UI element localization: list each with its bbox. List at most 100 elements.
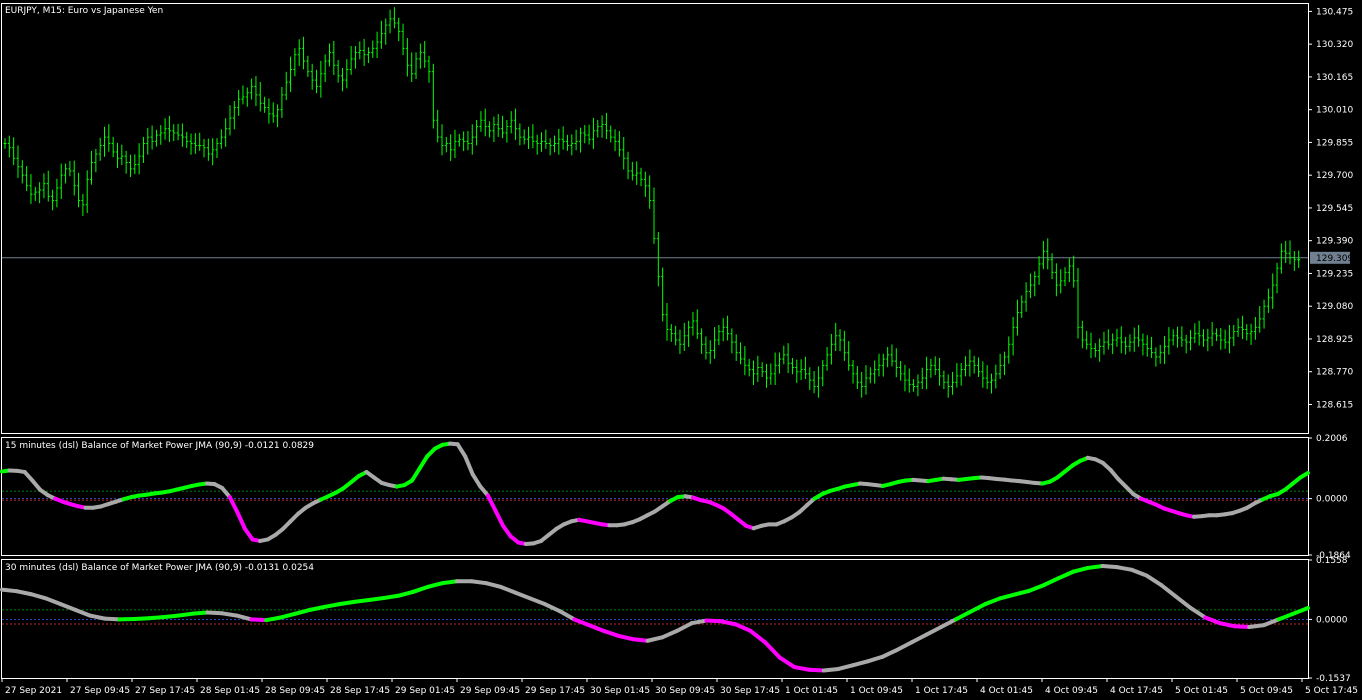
price-bar xyxy=(1201,329,1205,347)
price-bar xyxy=(237,90,241,116)
indicator2-line-segment xyxy=(513,590,533,601)
price-bars xyxy=(2,7,1308,398)
indicator2-line-segment xyxy=(176,611,195,618)
price-bar xyxy=(1002,351,1006,376)
price-bar xyxy=(133,154,137,175)
price-bar xyxy=(1210,322,1214,347)
indicator2-line-segment xyxy=(337,599,357,607)
price-bar xyxy=(319,60,323,98)
price-axis-tick-label: 129.855 xyxy=(1316,138,1353,148)
price-bar xyxy=(358,41,362,60)
indicator2-line-segment xyxy=(924,625,944,637)
time-tick-label: 29 Sep 17:45 xyxy=(525,686,585,696)
time-tick-label: 29 Sep 09:45 xyxy=(460,686,520,696)
price-bar xyxy=(163,118,167,140)
price-bar xyxy=(289,56,293,92)
price-bar xyxy=(842,330,846,361)
indicator2-line-segment xyxy=(308,604,327,612)
indicator2-axis-tick-label: 0.1558 xyxy=(1316,556,1348,566)
price-bar xyxy=(1098,338,1102,362)
indicator2-line-segment xyxy=(234,613,254,622)
time-tick-label: 1 Oct 17:45 xyxy=(915,686,968,696)
price-bar xyxy=(674,325,678,346)
indicator2-line-segment xyxy=(278,611,298,620)
price-bar xyxy=(951,371,955,395)
price-bar xyxy=(1227,325,1231,354)
price-bar xyxy=(267,98,271,124)
indicator2-line-segment xyxy=(1100,564,1120,570)
price-bar xyxy=(20,160,24,184)
price-bar xyxy=(847,341,851,371)
main-panel-frame xyxy=(1,3,1309,434)
price-bar xyxy=(315,69,319,94)
price-bar xyxy=(514,108,518,140)
price-bar xyxy=(254,76,258,107)
price-bar xyxy=(276,104,280,128)
price-bar xyxy=(531,124,535,149)
price-bar xyxy=(881,353,885,377)
indicator2-line-segment xyxy=(1247,623,1266,630)
indicator1-line-segment xyxy=(463,454,475,477)
price-bar xyxy=(59,163,63,200)
price-bar xyxy=(206,138,210,161)
indicator2-line-segment xyxy=(1012,588,1032,597)
price-bar xyxy=(1089,332,1093,359)
indicator2-line-segment xyxy=(895,640,914,652)
indicator1-panel-frame xyxy=(1,437,1309,556)
indicator2-line-segment xyxy=(205,610,225,616)
price-axis-tick-label: 130.165 xyxy=(1316,73,1353,83)
price-bar xyxy=(72,160,76,196)
price-bar xyxy=(1037,256,1041,285)
price-bar xyxy=(1024,282,1028,312)
price-bar xyxy=(829,333,833,365)
indicator2-line-segment xyxy=(807,667,826,673)
price-bar xyxy=(752,360,756,386)
indicator2-line-segment xyxy=(865,654,885,664)
time-tick-label: 5 Oct 01:45 xyxy=(1175,686,1228,696)
price-bar xyxy=(873,360,877,384)
price-bar xyxy=(1007,336,1011,364)
price-bar xyxy=(1085,330,1089,350)
price-bar xyxy=(998,353,1002,380)
price-axis-tick-label: 129.700 xyxy=(1316,171,1353,181)
price-bar xyxy=(198,132,202,151)
price-bar xyxy=(540,132,544,152)
price-bar xyxy=(630,161,634,181)
indicator1-line-segment xyxy=(493,508,506,528)
indicator2-line-segment xyxy=(704,618,724,624)
price-bar xyxy=(1150,336,1154,358)
indicator2-line-segment xyxy=(29,592,49,601)
indicator2-line-segment xyxy=(660,628,680,640)
price-bar xyxy=(51,189,55,211)
price-bar xyxy=(77,172,81,208)
time-tick-label: 4 Oct 17:45 xyxy=(1110,686,1163,696)
price-bar xyxy=(1171,329,1175,346)
price-bar xyxy=(890,344,894,367)
chart-canvas: 130.475 130.320 130.165 130.010 129.855 129.7… xyxy=(0,3,1358,696)
indicator2-line-segment xyxy=(322,602,342,609)
indicator1-plot xyxy=(0,441,1310,546)
indicator2-line-segment xyxy=(1041,576,1061,588)
indicator2-line-segment xyxy=(733,622,753,633)
price-bar xyxy=(1193,323,1197,344)
indicator1-line-segment xyxy=(235,510,247,531)
indicator2-line-segment xyxy=(14,589,34,597)
price-bar xyxy=(159,125,163,145)
indicator2-line-segment xyxy=(1291,605,1310,616)
time-tick-label: 27 Sep 2021 xyxy=(5,686,62,696)
price-bar xyxy=(103,126,107,157)
price-bar xyxy=(933,356,937,375)
price-bar xyxy=(855,366,859,390)
price-bar xyxy=(388,9,392,34)
time-tick-label: 1 Oct 01:45 xyxy=(785,686,838,696)
main-chart-title: EURJPY, M15: Euro vs Japanese Yen xyxy=(5,6,163,16)
price-bar xyxy=(94,148,98,173)
price-bar xyxy=(392,7,396,29)
price-bar xyxy=(431,63,435,129)
price-bar xyxy=(747,358,751,377)
price-bar xyxy=(782,345,786,365)
price-bar xyxy=(1180,326,1184,347)
price-bar xyxy=(968,349,972,377)
price-bar xyxy=(635,161,639,185)
indicator2-line-segment xyxy=(220,611,239,618)
